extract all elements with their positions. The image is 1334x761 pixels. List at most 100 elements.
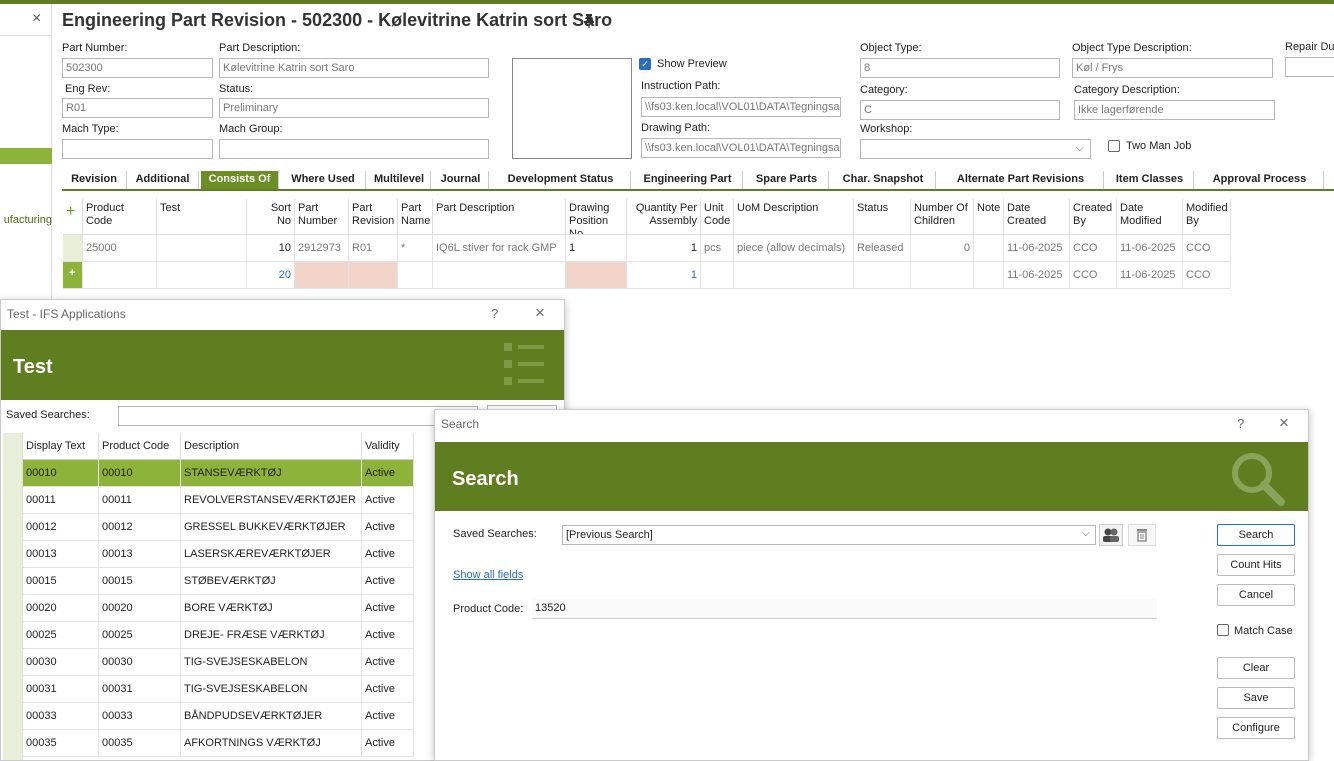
delete-search-icon[interactable] (1128, 524, 1156, 546)
close-icon[interactable]: × (535, 303, 545, 323)
table-cell[interactable] (157, 262, 247, 289)
table-cell[interactable] (157, 235, 247, 262)
column-header-display-text[interactable]: Display Text (23, 433, 99, 460)
list-cell[interactable]: 00030 (23, 649, 99, 676)
list-cell[interactable]: 00015 (23, 568, 99, 595)
column-header-uom-description[interactable]: UoM Description (734, 199, 854, 235)
list-cell[interactable]: 00012 (99, 514, 181, 541)
list-cell[interactable]: TIG-SVEJSESKABELON (181, 649, 362, 676)
configure-button[interactable]: Configure (1217, 717, 1295, 739)
list-cell[interactable]: 00025 (23, 622, 99, 649)
list-cell[interactable]: 00011 (99, 487, 181, 514)
list-cell[interactable]: Active (362, 703, 414, 730)
table-cell[interactable]: 11-06-2025 (1004, 262, 1070, 289)
tab-additional[interactable]: Additional (127, 171, 199, 189)
list-cell[interactable]: 00035 (23, 730, 99, 757)
list-cell[interactable]: BÅNDPUDSEVÆRKTØJER (181, 703, 362, 730)
navigator-item-manufacturing[interactable]: ufacturing (0, 214, 52, 226)
saved-searches-field[interactable] (118, 406, 478, 426)
instruction-path-field[interactable]: \\fs03.ken.local\VOL01\DATA\Tegningsar (641, 97, 841, 117)
column-header-status[interactable]: Status (854, 199, 911, 235)
tab-multilevel[interactable]: Multilevel (368, 171, 431, 189)
part-description-field[interactable]: Kølevitrine Katrin sort Saro (219, 58, 489, 78)
mach-type-field[interactable] (62, 139, 213, 159)
tab-char-snapshot[interactable]: Char. Snapshot (831, 171, 936, 189)
list-cell[interactable]: GRESSEL BUKKEVÆRKTØJER (181, 514, 362, 541)
tab-revision[interactable]: Revision (62, 171, 127, 189)
list-cell[interactable]: STØBEVÆRKTØJ (181, 568, 362, 595)
table-cell[interactable]: Released (854, 235, 911, 262)
help-icon[interactable]: ? (1237, 416, 1244, 431)
show-preview-checkbox[interactable]: ✓ (639, 58, 651, 70)
column-header-part-description[interactable]: Part Description (433, 199, 566, 235)
chevron-down-icon[interactable]: ⌵ (1082, 528, 1090, 539)
status-field[interactable]: Preliminary (219, 98, 489, 118)
table-cell[interactable] (854, 262, 911, 289)
list-cell[interactable]: Active (362, 649, 414, 676)
list-cell[interactable]: AFKORTNINGS VÆRKTØJ (181, 730, 362, 757)
table-cell[interactable]: piece (allow decimals) (734, 235, 854, 262)
table-cell[interactable]: 2912973 (295, 235, 349, 262)
drawing-path-field[interactable]: \\fs03.ken.local\VOL01\DATA\Tegningsar (641, 138, 841, 158)
category-field[interactable]: C (860, 100, 1060, 120)
table-cell[interactable]: 10 (247, 235, 295, 262)
list-cell[interactable]: Active (362, 514, 414, 541)
list-cell[interactable]: 00013 (99, 541, 181, 568)
mach-group-field[interactable] (219, 139, 489, 159)
table-cell[interactable] (911, 262, 974, 289)
list-cell[interactable]: TIG-SVEJSESKABELON (181, 676, 362, 703)
tab-development-status[interactable]: Development Status (491, 171, 631, 189)
table-cell-required[interactable] (566, 262, 627, 289)
list-cell[interactable]: 00033 (99, 703, 181, 730)
help-icon[interactable]: ? (491, 306, 498, 321)
column-header-quantity-per-assembly[interactable]: Quantity Per Assembly (627, 199, 701, 235)
table-cell[interactable]: 11-06-2025 (1117, 262, 1183, 289)
table-cell-required[interactable] (349, 262, 398, 289)
table-cell[interactable]: 20 (247, 262, 295, 289)
column-header-created-by[interactable]: Created By (1070, 199, 1117, 235)
table-cell[interactable]: CCO (1183, 235, 1231, 262)
column-header-drawing-position-no[interactable]: Drawing Position No (566, 199, 627, 235)
list-cell[interactable]: 00013 (23, 541, 99, 568)
table-cell[interactable] (701, 262, 734, 289)
close-navigator-button[interactable]: × (32, 10, 41, 28)
table-cell[interactable]: R01 (349, 235, 398, 262)
save-button[interactable]: Save (1217, 687, 1295, 709)
tab-alternate-part-revisions[interactable]: Alternate Part Revisions (938, 171, 1104, 189)
list-cell[interactable]: REVOLVERSTANSEVÆRKTØJER (181, 487, 362, 514)
column-header-test[interactable]: Test (157, 199, 247, 235)
list-cell[interactable]: 00011 (23, 487, 99, 514)
list-cell[interactable]: Active (362, 568, 414, 595)
column-header-product-code[interactable]: Product Code (99, 433, 181, 460)
tab-consists-of[interactable]: Consists Of (201, 171, 279, 189)
tab-where-used[interactable]: Where Used (281, 171, 366, 189)
column-header-part-number[interactable]: Part Number (295, 199, 349, 235)
list-cell[interactable]: 00010 (99, 460, 181, 487)
list-cell[interactable]: Active (362, 730, 414, 757)
add-row-icon[interactable]: + (63, 199, 83, 235)
column-header-number-of-children[interactable]: Number Of Children (911, 199, 974, 235)
list-cell[interactable]: Active (362, 622, 414, 649)
list-cell[interactable]: STANSEVÆRKTØJ (181, 460, 362, 487)
match-case-checkbox[interactable] (1217, 624, 1229, 636)
list-cell[interactable]: 00031 (23, 676, 99, 703)
table-cell[interactable]: pcs (701, 235, 734, 262)
cancel-button[interactable]: Cancel (1217, 584, 1295, 606)
list-cell[interactable]: 00012 (23, 514, 99, 541)
column-header-modified-by[interactable]: Modified By (1183, 199, 1231, 235)
table-cell[interactable] (433, 262, 566, 289)
eng-rev-field[interactable]: R01 (62, 98, 213, 118)
table-cell[interactable]: 11-06-2025 (1004, 235, 1070, 262)
table-cell[interactable]: CCO (1070, 235, 1117, 262)
clear-button[interactable]: Clear (1217, 657, 1295, 679)
list-cell[interactable]: Active (362, 487, 414, 514)
tab-spare-parts[interactable]: Spare Parts (745, 171, 829, 189)
tab-item-classes[interactable]: Item Classes (1106, 171, 1194, 189)
table-cell[interactable]: 0 (911, 235, 974, 262)
table-cell[interactable]: 11-06-2025 (1117, 235, 1183, 262)
table-cell[interactable]: CCO (1070, 262, 1117, 289)
column-header-date-created[interactable]: Date Created (1004, 199, 1070, 235)
table-cell[interactable] (83, 262, 157, 289)
list-cell[interactable]: 00020 (23, 595, 99, 622)
list-cell[interactable]: 00031 (99, 676, 181, 703)
